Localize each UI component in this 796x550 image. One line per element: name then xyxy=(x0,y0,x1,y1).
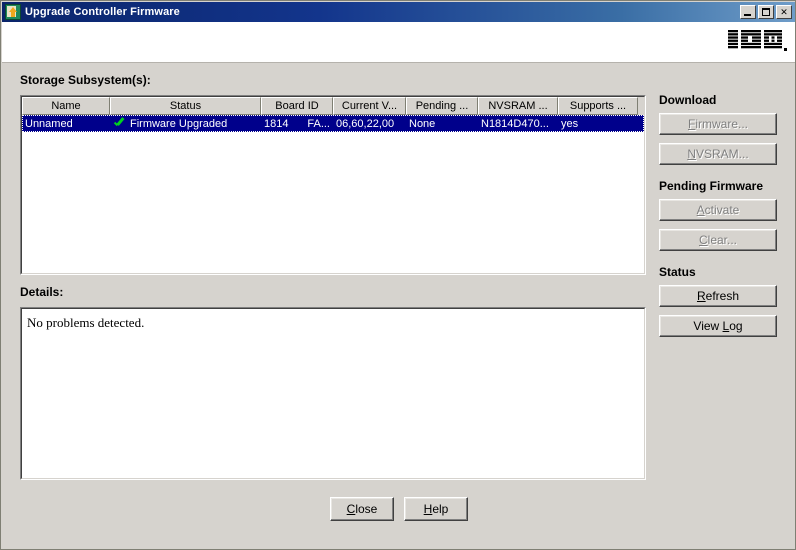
cell-pending-version: None xyxy=(409,117,436,130)
close-dialog-button[interactable]: Close xyxy=(330,497,394,521)
cell-current-version: 06,60,22,00 xyxy=(336,117,395,130)
column-header-supports[interactable]: Supports ... xyxy=(558,97,638,115)
refresh-button[interactable]: Refresh xyxy=(659,285,777,307)
status-group-title: Status xyxy=(659,265,696,279)
pending-firmware-group: Pending Firmware Activate Clear... xyxy=(659,179,781,251)
table-header-row: Name Status Board ID Current V... Pendin… xyxy=(22,97,644,115)
details-text: No problems detected. xyxy=(21,308,645,479)
maximize-icon xyxy=(762,8,770,16)
green-check-icon xyxy=(113,117,126,130)
cell-status: Firmware Upgraded xyxy=(110,115,261,132)
column-header-nvsram[interactable]: NVSRAM ... xyxy=(478,97,558,115)
column-header-board-id[interactable]: Board ID xyxy=(261,97,333,115)
footer-buttons: Close Help xyxy=(2,497,795,521)
ibm-logo xyxy=(728,30,787,52)
column-header-pending[interactable]: Pending ... xyxy=(406,97,478,115)
upgrade-arrow-icon xyxy=(5,4,21,20)
window-title: Upgrade Controller Firmware xyxy=(25,6,180,18)
cell-name: Unnamed xyxy=(25,117,73,130)
details-label: Details: xyxy=(20,285,64,299)
table-row[interactable]: Unnamed Firmware Upgraded 1814 FA... 06,… xyxy=(22,115,644,132)
close-icon: ✕ xyxy=(780,7,788,17)
activate-button[interactable]: Activate xyxy=(659,199,777,221)
pending-firmware-group-title: Pending Firmware xyxy=(659,179,764,193)
download-group: Download Firmware... NVSRAM... xyxy=(659,93,781,165)
dialog-body: Storage Subsystem(s): Name Status Board … xyxy=(2,63,795,549)
cell-nvsram: N1814D470... xyxy=(481,117,549,130)
window-controls: ✕ xyxy=(740,5,792,19)
column-header-status[interactable]: Status xyxy=(110,97,261,115)
cell-supports: yes xyxy=(561,117,579,130)
storage-subsystems-label: Storage Subsystem(s): xyxy=(20,73,151,87)
brand-banner xyxy=(2,22,795,63)
status-group: Status Refresh View Log xyxy=(659,265,781,337)
minimize-icon xyxy=(744,14,751,16)
cell-board-id: 1814 FA... xyxy=(261,115,333,132)
title-bar[interactable]: Upgrade Controller Firmware ✕ xyxy=(2,2,795,22)
download-firmware-button[interactable]: Firmware... xyxy=(659,113,777,135)
cell-board-id-suffix: FA... xyxy=(307,117,330,130)
action-panel: Download Firmware... NVSRAM... Pending F… xyxy=(659,93,781,351)
column-header-current-version[interactable]: Current V... xyxy=(333,97,406,115)
view-log-button[interactable]: View Log xyxy=(659,315,777,337)
clear-button[interactable]: Clear... xyxy=(659,229,777,251)
logo-dot xyxy=(784,48,787,51)
column-header-name[interactable]: Name xyxy=(22,97,110,115)
close-button[interactable]: ✕ xyxy=(776,5,792,19)
upgrade-controller-firmware-window: Upgrade Controller Firmware ✕ Storage Su… xyxy=(0,0,796,550)
minimize-button[interactable] xyxy=(740,5,756,19)
download-group-title: Download xyxy=(659,93,717,107)
cell-board-id-value: 1814 xyxy=(264,117,289,130)
details-pane[interactable]: No problems detected. xyxy=(20,307,646,480)
cell-status-label: Firmware Upgraded xyxy=(130,117,228,130)
download-nvsram-button[interactable]: NVSRAM... xyxy=(659,143,777,165)
maximize-button[interactable] xyxy=(758,5,774,19)
storage-subsystems-table[interactable]: Name Status Board ID Current V... Pendin… xyxy=(20,95,646,275)
help-button[interactable]: Help xyxy=(404,497,468,521)
